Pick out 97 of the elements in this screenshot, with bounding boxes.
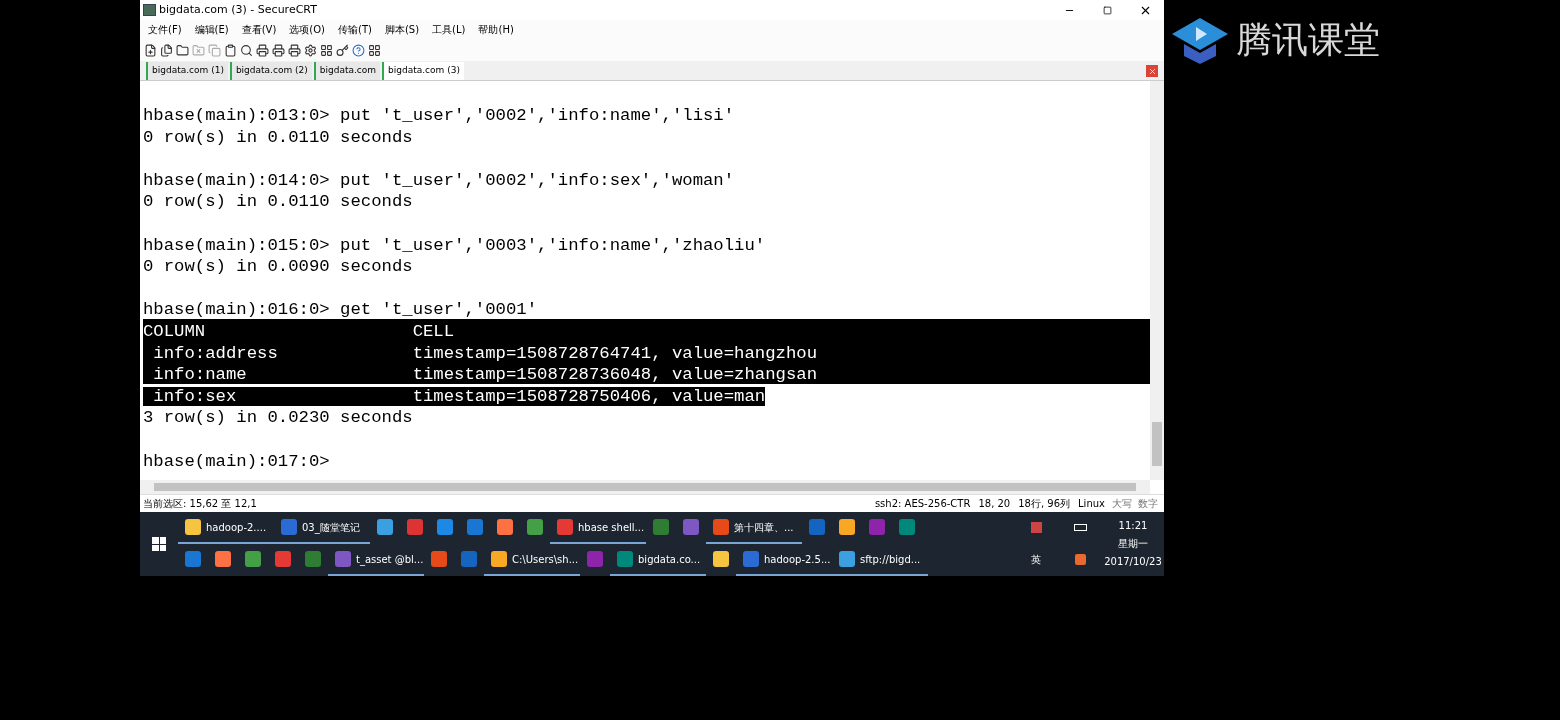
app-icon (899, 519, 915, 535)
app-icon (281, 519, 297, 535)
toolbar-icon[interactable] (368, 43, 381, 57)
app-icon (215, 551, 231, 567)
logo-text: 腾讯课堂 (1236, 18, 1380, 62)
ime-indicator[interactable]: 英 (1031, 551, 1041, 567)
tab[interactable]: bigdata.com (2) (229, 62, 312, 80)
toolbar-icon[interactable] (224, 43, 237, 57)
start-icon[interactable] (152, 537, 166, 551)
taskbar-item[interactable]: bigdata.co... (610, 544, 706, 576)
taskbar-item[interactable]: sftp://bigd... (832, 544, 928, 576)
app-icon (185, 519, 201, 535)
toolbar-icon[interactable] (288, 43, 301, 57)
app-icon (653, 519, 669, 535)
app-icon (809, 519, 825, 535)
logo-icon (1172, 18, 1228, 64)
menu-item[interactable]: 脚本(S) (384, 22, 420, 37)
menu-item[interactable]: 工具(L) (432, 22, 466, 37)
taskbar-item[interactable]: hbase shell... (550, 512, 646, 544)
app-icon (869, 519, 885, 535)
app-icon (275, 551, 291, 567)
toolbar-icon[interactable] (304, 43, 317, 57)
app-icon (587, 551, 603, 567)
app-icon (839, 551, 855, 567)
status-item: 18, 20 (978, 497, 1011, 511)
terminal-line: 0 row(s) in 0.0090 seconds (143, 257, 413, 277)
clock-time: 11:21 (1118, 519, 1148, 533)
vertical-scrollbar[interactable] (1150, 81, 1164, 480)
menu-item[interactable]: 选项(O) (289, 22, 326, 37)
toolbar-icon[interactable] (144, 43, 157, 57)
taskbar-item[interactable]: 第十四章、... (706, 512, 802, 544)
battery-icon[interactable] (1073, 523, 1087, 531)
toolbar-icon[interactable] (176, 43, 189, 57)
close-icon (1147, 66, 1157, 76)
app-icon (467, 519, 483, 535)
toolbar-icon[interactable] (160, 43, 173, 57)
status-indicator: 数字 (1138, 497, 1158, 511)
tab[interactable]: bigdata.com (3) (382, 62, 464, 80)
taskbar-item[interactable]: hadoop-2.5... (736, 544, 832, 576)
close-tab-button[interactable] (1146, 65, 1158, 77)
toolbar-icon[interactable] (240, 43, 253, 57)
app-icon (527, 519, 543, 535)
terminal-line: hbase(main):014:0> put 't_user','0002','info:sex','woman' (143, 170, 735, 190)
app-icon (335, 551, 351, 567)
input-method-icon[interactable] (1074, 553, 1086, 565)
tray-icon[interactable] (1030, 521, 1042, 533)
app-icon (491, 551, 507, 567)
clock-weekday: 星期一 (1118, 537, 1148, 551)
taskbar-item[interactable]: hadoop-2.... (178, 512, 274, 544)
app-icon (431, 551, 447, 567)
app-icon (713, 551, 729, 567)
window-title: bigdata.com (3) - SecureCRT (159, 1, 317, 18)
app-icon (743, 551, 759, 567)
menu-item[interactable]: 查看(V) (241, 22, 277, 37)
menu-item[interactable]: 传输(T) (338, 22, 372, 37)
tab[interactable]: bigdata.com (313, 62, 381, 80)
toolbar-icon[interactable] (272, 43, 285, 57)
terminal-line: 3 row(s) in 0.0230 seconds (143, 408, 413, 428)
restore-icon (1102, 5, 1112, 15)
taskbar-item[interactable]: 03_随堂笔记 (274, 512, 370, 544)
status-indicator: 大写 (1112, 497, 1132, 511)
terminal-line: hbase(main):017:0> (143, 451, 330, 471)
menu-item[interactable]: 文件(F) (148, 22, 182, 37)
horizontal-scrollbar[interactable] (140, 480, 1150, 494)
app-icon (713, 519, 729, 535)
terminal-line: 0 row(s) in 0.0110 seconds (143, 192, 413, 212)
app-icon (185, 551, 201, 567)
tab[interactable]: bigdata.com (1) (146, 62, 228, 80)
app-icon (557, 519, 573, 535)
status-item: Linux (1078, 497, 1105, 511)
taskbar-item[interactable]: C:\Users\sh... (484, 544, 580, 576)
scrollbar-thumb[interactable] (1152, 422, 1162, 466)
app-icon (683, 519, 699, 535)
app-icon (143, 4, 156, 16)
terminal-line: 0 row(s) in 0.0110 seconds (143, 127, 413, 147)
app-icon (839, 519, 855, 535)
app-icon (617, 551, 633, 567)
terminal-line: hbase(main):015:0> put 't_user','0003','info:name','zhaoliu' (143, 235, 766, 255)
app-icon (437, 519, 453, 535)
status-item: ssh2: AES-256-CTR (874, 497, 971, 511)
toolbar-icon[interactable] (336, 43, 349, 57)
menu-item[interactable]: 编辑(E) (194, 22, 229, 37)
status-item: 18行, 96列 (1018, 497, 1071, 511)
menu-item[interactable]: 帮助(H) (478, 22, 514, 37)
app-icon (377, 519, 393, 535)
toolbar-icon[interactable] (320, 43, 333, 57)
selection-status: 当前选区: 15,62 至 12,1 (143, 497, 257, 511)
toolbar-icon[interactable] (256, 43, 269, 57)
app-icon (245, 551, 261, 567)
app-icon (497, 519, 513, 535)
terminal-line: hbase(main):013:0> put 't_user','0002','info:name','lisi' (143, 106, 735, 125)
terminal-line: hbase(main):016:0> get 't_user','0001' (143, 300, 538, 320)
taskbar-item[interactable]: t_asset @bl... (328, 544, 424, 576)
app-icon (305, 551, 321, 567)
clock-date: 2017/10/23 (1104, 555, 1162, 569)
app-icon (461, 551, 477, 567)
app-icon (407, 519, 423, 535)
